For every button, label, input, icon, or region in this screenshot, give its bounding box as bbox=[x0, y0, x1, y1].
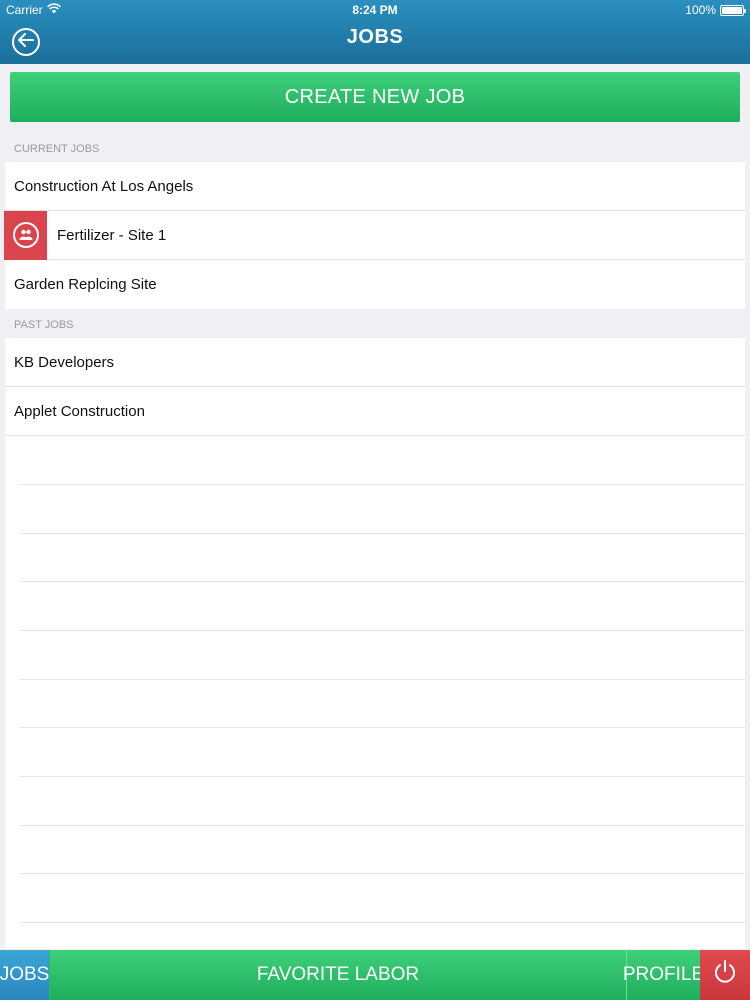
current-jobs-list: Construction At Los Angels Fertilizer - … bbox=[4, 162, 745, 309]
job-label: Fertilizer - Site 1 bbox=[57, 226, 167, 244]
row-separator bbox=[20, 922, 745, 923]
job-row-applet-construction[interactable]: Applet Construction bbox=[5, 387, 745, 436]
job-label: Applet Construction bbox=[14, 402, 145, 420]
past-jobs-list: KB Developers Applet Construction bbox=[5, 338, 745, 436]
bottom-tab-bar: JOBS FAVORITE LABOR PROFILE bbox=[0, 950, 750, 1000]
job-row-kb-developers[interactable]: KB Developers bbox=[5, 338, 745, 387]
tab-profile[interactable]: PROFILE bbox=[623, 950, 704, 1000]
tab-jobs[interactable]: JOBS bbox=[0, 950, 49, 1000]
tab-favorite-labor[interactable]: FAVORITE LABOR bbox=[49, 950, 626, 1000]
row-separator bbox=[20, 776, 745, 777]
status-time: 8:24 PM bbox=[352, 3, 398, 17]
power-icon bbox=[712, 959, 738, 991]
row-separator bbox=[20, 825, 745, 826]
row-separator bbox=[20, 533, 745, 534]
empty-list-area bbox=[5, 436, 745, 949]
status-right: 100% bbox=[685, 0, 746, 20]
row-separator bbox=[20, 873, 745, 874]
row-separator bbox=[20, 484, 745, 485]
row-separator bbox=[20, 679, 745, 680]
row-separator bbox=[20, 727, 745, 728]
row-separator bbox=[20, 581, 745, 582]
workers-icon bbox=[12, 222, 39, 248]
page-title: JOBS bbox=[346, 26, 404, 48]
battery-icon bbox=[720, 4, 746, 16]
past-jobs-header: PAST JOBS bbox=[14, 319, 74, 331]
current-jobs-header: CURRENT JOBS bbox=[14, 143, 100, 155]
job-row-construction-los-angels[interactable]: Construction At Los Angels bbox=[5, 162, 745, 211]
create-new-job-button[interactable]: CREATE NEW JOB bbox=[10, 72, 740, 122]
job-row-garden-replcing-site[interactable]: Garden Replcing Site bbox=[5, 260, 745, 309]
status-bar: Carrier 8:24 PM 100% bbox=[0, 0, 750, 20]
job-alert-badge bbox=[4, 210, 47, 260]
logout-button[interactable] bbox=[700, 950, 750, 1000]
job-label: KB Developers bbox=[14, 353, 115, 371]
job-row-fertilizer-site-1[interactable]: Fertilizer - Site 1 bbox=[4, 210, 745, 260]
app-header: Carrier 8:24 PM 100% JOBS bbox=[0, 0, 750, 64]
job-label: Garden Replcing Site bbox=[14, 276, 157, 293]
row-separator bbox=[20, 630, 745, 631]
job-label: Construction At Los Angels bbox=[14, 177, 194, 195]
battery-percent: 100% bbox=[685, 3, 716, 17]
